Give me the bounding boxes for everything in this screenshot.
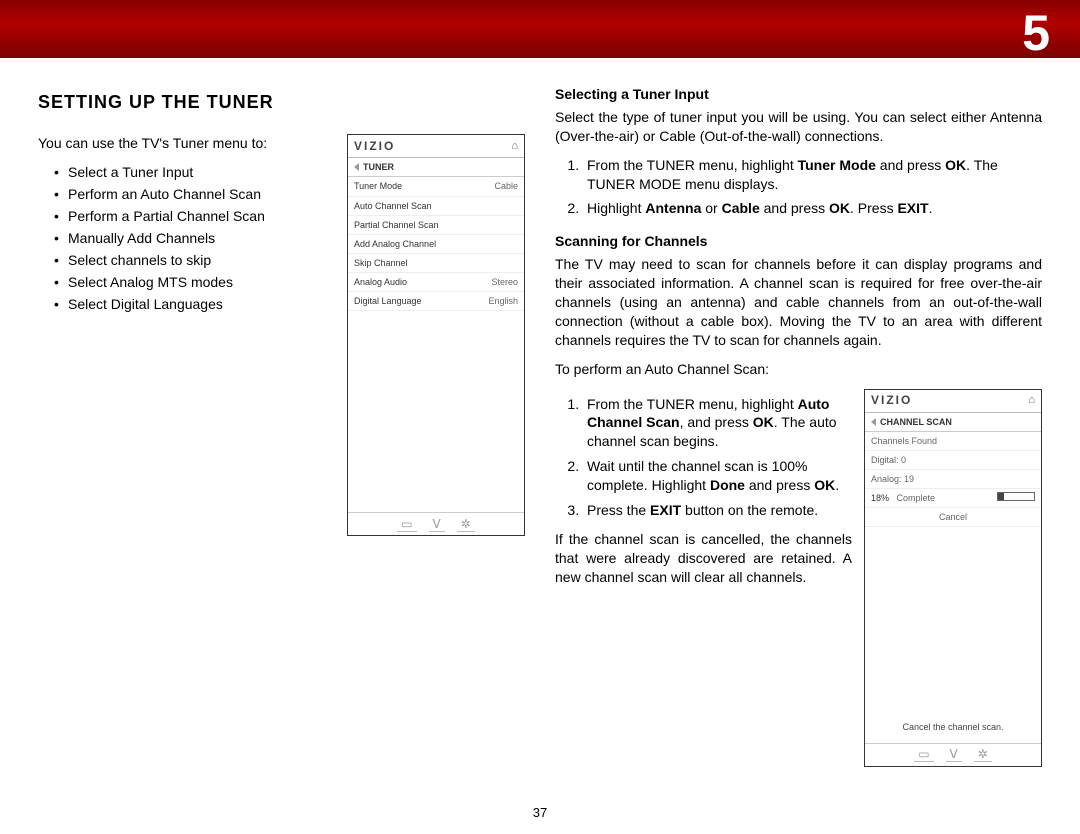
list-item: Select channels to skip	[54, 251, 335, 270]
brand-logo: VIZIO	[354, 138, 395, 154]
wide-icon: ▭	[397, 517, 416, 532]
note-text: If the channel scan is cancelled, the ch…	[555, 530, 852, 587]
section-heading: Selecting a Tuner Input	[555, 85, 1042, 104]
v-icon: Ⅴ	[429, 517, 445, 532]
cancel-row: Cancel	[865, 508, 1041, 527]
screen-note: Cancel the channel scan.	[865, 717, 1041, 737]
menu-row-label: Tuner Mode	[354, 180, 402, 192]
gear-icon: ✲	[457, 517, 475, 532]
menu-row-label: Auto Channel Scan	[354, 200, 432, 212]
list-item: Perform an Auto Channel Scan	[54, 185, 335, 204]
tuner-menu-screenshot: VIZIO ⌂ TUNER Tuner Mode Cable Auto Chann…	[347, 134, 525, 536]
menu-row-label: Partial Channel Scan	[354, 219, 439, 231]
menu-row-label: Add Analog Channel	[354, 238, 436, 250]
feature-bullet-list: Select a Tuner Input Perform an Auto Cha…	[54, 163, 335, 313]
menu-title: TUNER	[363, 161, 394, 173]
steps-list: From the TUNER menu, highlight Auto Chan…	[555, 395, 852, 520]
list-item: Perform a Partial Channel Scan	[54, 207, 335, 226]
section-heading: Scanning for Channels	[555, 232, 1042, 251]
chapter-number: 5	[1022, 0, 1050, 68]
steps-list: From the TUNER menu, highlight Tuner Mod…	[555, 156, 1042, 219]
menu-row-value: Cable	[494, 180, 518, 192]
step-item: From the TUNER menu, highlight Tuner Mod…	[583, 156, 1042, 194]
wide-icon: ▭	[914, 747, 933, 762]
page-heading: SETTING UP THE TUNER	[38, 90, 525, 114]
section-intro: Select the type of tuner input you will …	[555, 108, 1042, 146]
menu-row-label: Digital: 0	[871, 454, 906, 466]
gear-icon: ✲	[974, 747, 992, 762]
menu-row-label: Analog Audio	[354, 276, 407, 288]
menu-row-value: Stereo	[491, 276, 518, 288]
step-item: Press the EXIT button on the remote.	[583, 501, 852, 520]
progress-row: 18% Complete	[865, 489, 1041, 508]
intro-text: You can use the TV's Tuner menu to:	[38, 134, 335, 153]
list-item: Select Digital Languages	[54, 295, 335, 314]
menu-row-label: Skip Channel	[354, 257, 408, 269]
step-item: From the TUNER menu, highlight Auto Chan…	[583, 395, 852, 452]
list-item: Select Analog MTS modes	[54, 273, 335, 292]
back-icon	[871, 418, 876, 426]
menu-row-label: Analog: 19	[871, 473, 914, 485]
step-item: Highlight Antenna or Cable and press OK.…	[583, 199, 1042, 218]
lead-text: To perform an Auto Channel Scan:	[555, 360, 1042, 379]
menu-row-label: Channels Found	[871, 435, 937, 447]
menu-row-value: English	[488, 295, 518, 307]
menu-title: CHANNEL SCAN	[880, 416, 952, 428]
progress-bar	[997, 492, 1035, 501]
brand-logo: VIZIO	[871, 392, 912, 408]
step-item: Wait until the channel scan is 100% comp…	[583, 457, 852, 495]
header-bar: 5	[0, 0, 1080, 58]
section-intro: The TV may need to scan for channels bef…	[555, 255, 1042, 349]
home-icon: ⌂	[511, 139, 518, 154]
list-item: Select a Tuner Input	[54, 163, 335, 182]
list-item: Manually Add Channels	[54, 229, 335, 248]
page-number: 37	[0, 804, 1080, 822]
channel-scan-screenshot: VIZIO ⌂ CHANNEL SCAN Channels Found Digi…	[864, 389, 1042, 767]
home-icon: ⌂	[1028, 393, 1035, 408]
back-icon	[354, 163, 359, 171]
v-icon: Ⅴ	[946, 747, 962, 762]
menu-row-label: Digital Language	[354, 295, 422, 307]
